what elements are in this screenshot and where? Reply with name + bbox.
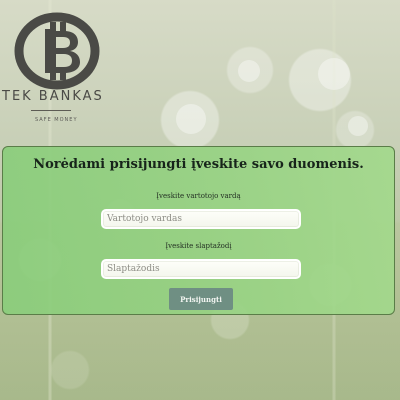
username-label: Įveskite vartotojo vardą: [156, 192, 241, 200]
bokeh-light: [176, 104, 206, 134]
login-page: { "brand": { "name": "TEK BANKAS", "tagl…: [0, 0, 400, 400]
login-title: Norėdami prisijungti įveskite savo duome…: [33, 157, 364, 172]
login-form: Norėdami prisijungti įveskite savo duome…: [2, 146, 395, 315]
bank-logo: TEK BANKAS SAFE MONEY: [0, 0, 130, 132]
login-button[interactable]: Prisijungti: [169, 288, 233, 310]
bokeh-light: [318, 58, 350, 90]
password-input[interactable]: [101, 259, 301, 279]
brand-name: TEK BANKAS: [2, 89, 104, 104]
username-input[interactable]: [101, 209, 301, 229]
brand-tagline: SAFE MONEY: [35, 117, 78, 123]
logo-divider: [31, 110, 71, 111]
bitcoin-coin-icon: [14, 12, 100, 90]
bokeh-light: [238, 60, 260, 82]
bokeh-light: [348, 116, 368, 136]
password-label: Įveskite slaptažodį: [165, 242, 232, 250]
